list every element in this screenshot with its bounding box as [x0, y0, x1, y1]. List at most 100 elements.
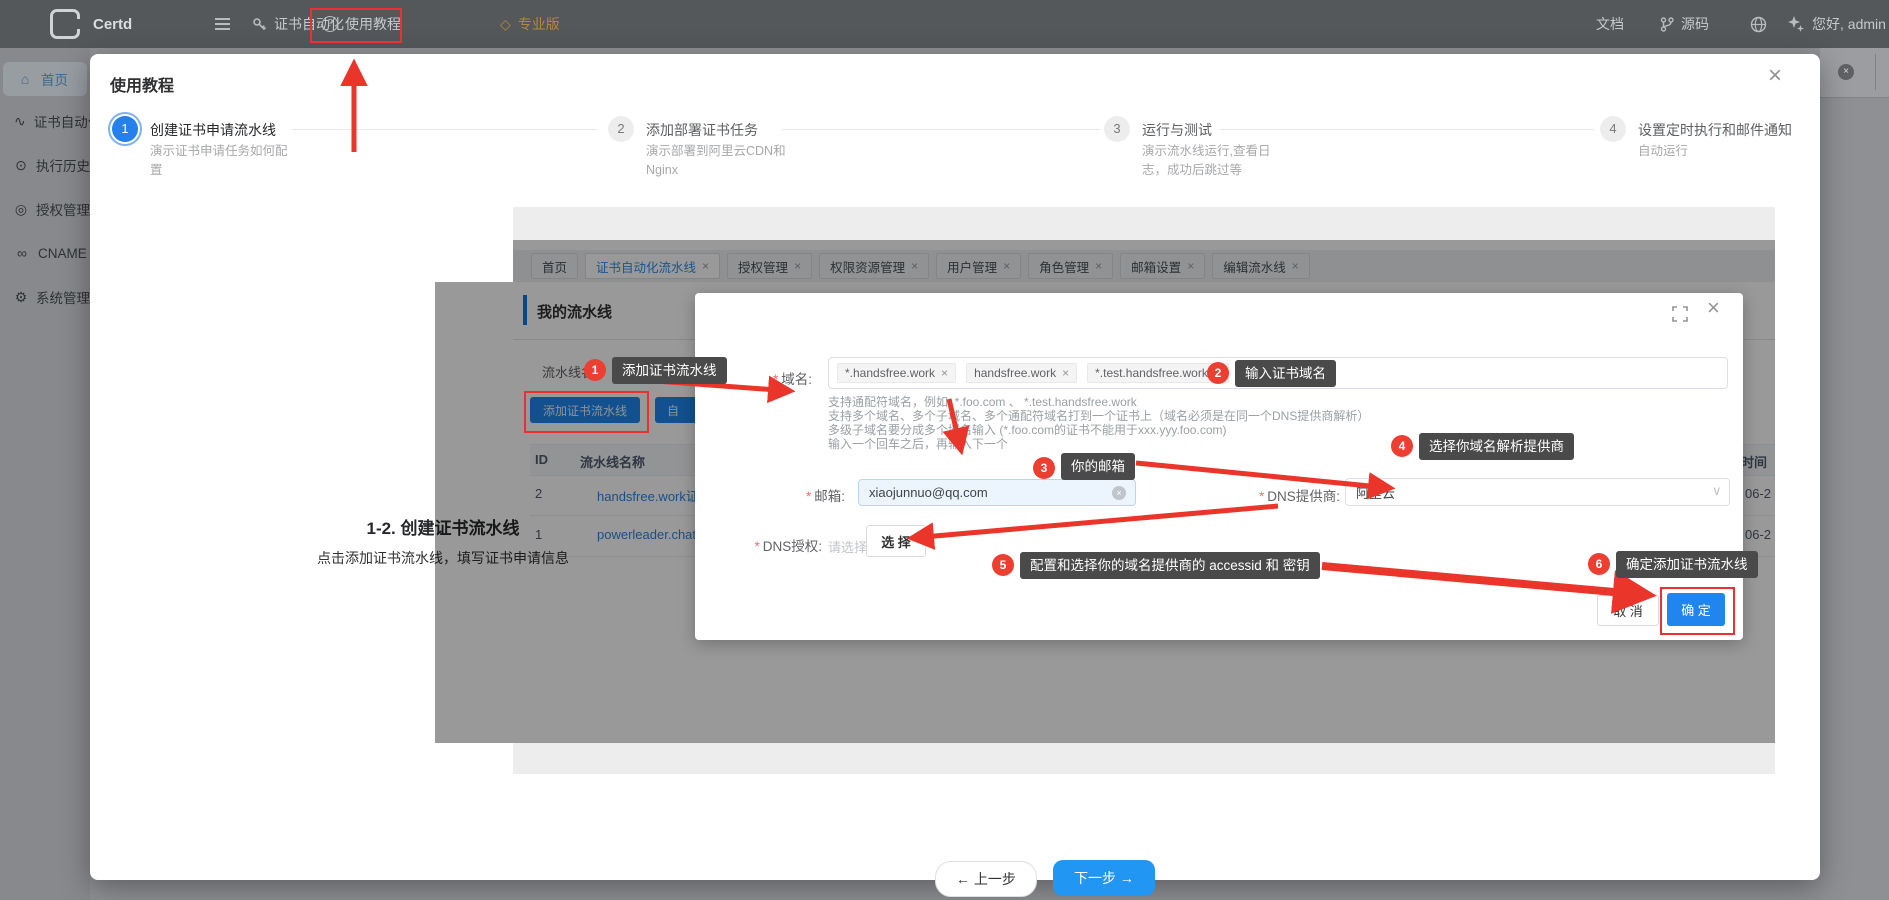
page-root: Certd 证书自动化 ? 使用教程 ◇ 专业版 文档 源码	[0, 0, 1889, 900]
annotation-tooltip-5: 配置和选择你的域名提供商的 accessid 和 密钥	[1020, 552, 1320, 579]
target-icon: ◎	[14, 201, 28, 218]
annotation-tooltip-2: 输入证书域名	[1235, 360, 1336, 387]
annotation-badge-1: 1	[584, 359, 606, 381]
domain-help-line: 支持通配符域名，例如: *.foo.com 、 *.test.handsfree…	[828, 395, 1137, 409]
nav-docs[interactable]: 文档	[1596, 0, 1624, 48]
domain-tag: *.handsfree.work×	[837, 363, 956, 383]
sidebar-item-cname[interactable]: ∞ CNAME	[0, 236, 90, 270]
domain-help-line: 多级子域名要分成多个域名输入 (*.foo.com的证书不能用于xxx.yyy.…	[828, 423, 1226, 437]
dns-provider-label: *DNS提供商:	[1200, 485, 1340, 505]
annotation-tooltip-4: 选择你域名解析提供商	[1419, 433, 1574, 460]
clock-icon: ⊙	[14, 157, 28, 174]
annotation-badge-3: 3	[1033, 457, 1055, 479]
step-2-desc: 演示部署到阿里云CDN和Nginx	[646, 142, 804, 180]
dialog-mask	[435, 282, 513, 743]
sidebar-item-label: 首页	[41, 69, 68, 89]
sidebar-collapse-button[interactable]	[215, 0, 230, 48]
top-navbar: Certd 证书自动化 ? 使用教程 ◇ 专业版 文档 源码	[0, 0, 1889, 48]
step-2-circle: 2	[608, 116, 634, 142]
annotation-tooltip-6: 确定添加证书流水线	[1616, 551, 1758, 578]
step-4-title: 设置定时执行和邮件通知	[1638, 120, 1792, 140]
domain-tag: handsfree.work×	[966, 363, 1077, 383]
nav-pro-label: 专业版	[518, 14, 560, 34]
annotation-badge-5: 5	[992, 554, 1014, 576]
highlight-box-tutorial-nav	[310, 8, 402, 43]
step-4-circle: 4	[1600, 116, 1626, 142]
app-title: Certd	[93, 16, 132, 33]
menu-fold-icon	[215, 18, 230, 30]
sidebar: ⌂ 首页 ∿ 证书自动化 ⊙ 执行历史 ◎ 授权管理 ∞ CNAME ⚙ 系统管理	[0, 48, 90, 900]
sidebar-item-label: 执行历史	[36, 155, 90, 175]
key-icon	[252, 17, 267, 32]
close-all-tabs-icon[interactable]: ×	[1838, 64, 1854, 80]
sidebar-item-system[interactable]: ⚙ 系统管理	[0, 280, 90, 314]
step-4-desc: 自动运行	[1638, 142, 1786, 161]
sidebar-item-home[interactable]: ⌂ 首页	[3, 62, 87, 96]
globe-icon	[1750, 16, 1767, 33]
step-connector	[1220, 129, 1594, 130]
select-auth-button[interactable]: 选 择	[866, 525, 926, 557]
chart-icon: ∿	[14, 113, 26, 130]
tabbar-divider	[1875, 54, 1876, 90]
sidebar-item-label: 证书自动化	[34, 111, 90, 131]
highlight-box-add-button	[524, 391, 649, 433]
step-1-title: 创建证书申请流水线	[150, 120, 276, 140]
dialog-close-icon[interactable]: ×	[1707, 295, 1720, 321]
nav-pro-edition[interactable]: ◇ 专业版	[500, 0, 560, 48]
greeting-label: 您好, admin	[1812, 14, 1886, 34]
screenshot-bottom-band	[513, 743, 1775, 774]
app-tabbar-remnant: ×	[1820, 48, 1889, 98]
nav-source[interactable]: 源码	[1660, 0, 1709, 48]
link-icon: ∞	[14, 245, 30, 261]
home-icon: ⌂	[17, 71, 33, 87]
tag-close-icon[interactable]: ×	[941, 366, 948, 380]
domain-help-line: 支持多个域名、多个子域名、多个通配符域名打到一个证书上（域名必须是在同一个DNS…	[828, 409, 1369, 423]
email-input[interactable]: xiaojunnuo@qq.com	[858, 479, 1136, 506]
step-3-circle: 3	[1104, 116, 1130, 142]
annotation-badge-6: 6	[1588, 553, 1610, 575]
tag-close-icon[interactable]: ×	[1062, 366, 1069, 380]
step-1-desc: 演示证书申请任务如何配置	[150, 142, 298, 180]
certd-logo-icon	[50, 9, 80, 39]
theme-button[interactable]	[1787, 0, 1805, 48]
language-button[interactable]	[1750, 0, 1767, 48]
prev-step-button[interactable]: ← 上一步	[935, 861, 1037, 897]
step-connector	[782, 129, 1100, 130]
sidebar-item-history[interactable]: ⊙ 执行历史	[0, 148, 90, 182]
modal-close-icon[interactable]: ×	[1768, 62, 1782, 90]
git-branch-icon	[1660, 17, 1674, 32]
domain-help-line: 输入一个回车之后，再输入下一个	[828, 437, 1008, 451]
highlight-box-ok-button	[1660, 587, 1735, 635]
diamond-icon: ◇	[500, 16, 511, 33]
gear-icon: ⚙	[14, 289, 28, 306]
sidebar-item-authorization[interactable]: ◎ 授权管理	[0, 192, 90, 226]
annotation-tooltip-3: 你的邮箱	[1061, 453, 1135, 480]
step-3-title: 运行与测试	[1142, 120, 1212, 140]
screenshot-top-band	[513, 207, 1775, 240]
sidebar-item-label: CNAME	[38, 246, 87, 261]
add-pipeline-dialog: ×	[695, 293, 1743, 640]
sidebar-item-label: 授权管理	[36, 199, 90, 219]
next-step-button[interactable]: 下一步 →	[1053, 860, 1155, 896]
annotation-tooltip-1: 添加证书流水线	[612, 357, 727, 384]
step-2-title: 添加部署证书任务	[646, 120, 758, 140]
dns-auth-label: *DNS授权:	[700, 535, 822, 555]
email-field-label: *邮箱:	[700, 485, 845, 505]
dns-auth-placeholder: 请选择	[828, 537, 867, 556]
annotation-badge-4: 4	[1391, 435, 1413, 457]
fullscreen-icon[interactable]	[1672, 306, 1688, 322]
sidebar-item-cert-automation[interactable]: ∿ 证书自动化	[0, 104, 90, 138]
cancel-button[interactable]: 取 消	[1597, 595, 1659, 626]
step-3-desc: 演示流水线运行,查看日志，成功后跳过等	[1142, 142, 1290, 180]
nav-docs-label: 文档	[1596, 14, 1624, 34]
dns-provider-select[interactable]: 阿里云	[1345, 478, 1730, 506]
annotation-badge-2: 2	[1207, 362, 1229, 384]
nav-source-label: 源码	[1681, 14, 1709, 34]
app-logo[interactable]: Certd	[50, 0, 132, 48]
sparkles-icon	[1787, 15, 1805, 33]
chevron-down-icon: ∨	[1712, 483, 1722, 499]
step-1-circle: 1	[112, 116, 138, 142]
user-menu[interactable]: 您好, admin	[1812, 0, 1889, 48]
sidebar-item-label: 系统管理	[36, 287, 90, 307]
clear-input-icon[interactable]: ×	[1112, 486, 1126, 500]
